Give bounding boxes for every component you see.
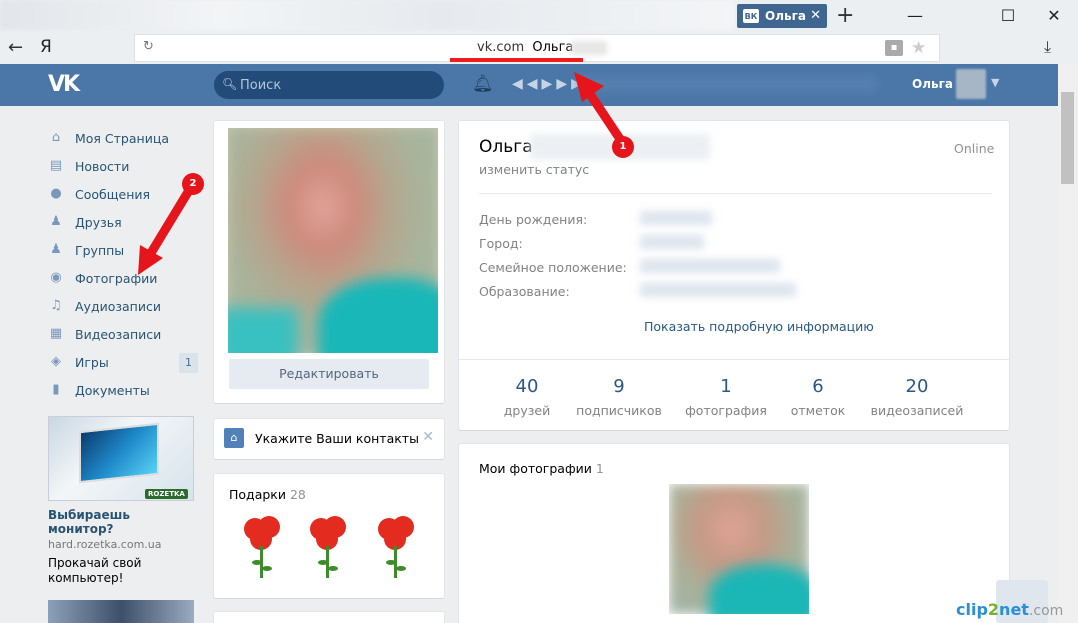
arrow-2 <box>138 187 193 275</box>
annotation-badge-2: 2 <box>182 173 204 195</box>
arrow-1 <box>574 72 627 147</box>
annotation-arrows <box>138 72 627 275</box>
clip2net-watermark: clip2net.com <box>956 600 1064 619</box>
annotation-badge-1: 1 <box>612 136 634 158</box>
